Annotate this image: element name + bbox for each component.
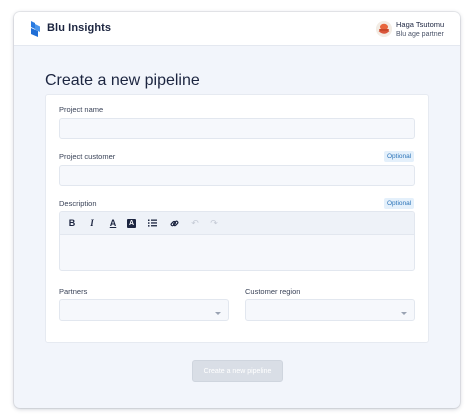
user-avatar[interactable] xyxy=(376,21,392,37)
top-bar: Blu Insights Haga Tsutomu Blu age partne… xyxy=(14,12,460,46)
chevron-down-icon xyxy=(215,312,221,315)
user-role: Blu age partner xyxy=(396,31,444,38)
app-window: Blu Insights Haga Tsutomu Blu age partne… xyxy=(14,12,460,408)
link-icon[interactable] xyxy=(168,217,180,229)
create-pipeline-button[interactable]: Create a new pipeline xyxy=(192,360,283,382)
link-glyph-icon xyxy=(170,220,178,226)
list-icon[interactable] xyxy=(146,217,158,229)
project-name-label: Project name xyxy=(59,105,104,114)
description-editor: B I A A ↶ ↷ xyxy=(59,211,415,271)
pipeline-form: Project name Project customer Optional D… xyxy=(45,94,429,343)
chevron-down-icon xyxy=(401,312,407,315)
project-customer-input[interactable] xyxy=(59,165,415,186)
page-title: Create a new pipeline xyxy=(45,72,200,89)
italic-icon[interactable]: I xyxy=(86,217,98,229)
project-customer-label: Project customer xyxy=(59,152,116,161)
project-name-input[interactable] xyxy=(59,118,415,139)
highlight-icon[interactable]: A xyxy=(127,218,136,228)
partners-select[interactable] xyxy=(59,299,229,321)
editor-toolbar: B I A A ↶ ↷ xyxy=(60,212,414,235)
customer-region-label: Customer region xyxy=(245,287,301,296)
redo-icon: ↷ xyxy=(210,217,218,228)
blu-insights-logo-icon[interactable] xyxy=(30,20,42,38)
list-glyph-icon xyxy=(147,219,157,227)
undo-icon: ↶ xyxy=(191,217,199,228)
text-color-icon[interactable]: A xyxy=(107,217,119,229)
project-customer-optional-badge: Optional xyxy=(384,151,415,162)
partners-label: Partners xyxy=(59,287,88,296)
description-optional-badge: Optional xyxy=(384,198,415,209)
customer-region-select[interactable] xyxy=(245,299,415,321)
description-textarea[interactable] xyxy=(60,235,414,270)
app-name: Blu Insights xyxy=(47,22,112,34)
description-label: Description xyxy=(59,199,97,208)
user-name[interactable]: Haga Tsutomu xyxy=(396,20,444,29)
avatar-illustration-icon xyxy=(376,21,392,37)
bold-icon[interactable]: B xyxy=(66,217,78,229)
